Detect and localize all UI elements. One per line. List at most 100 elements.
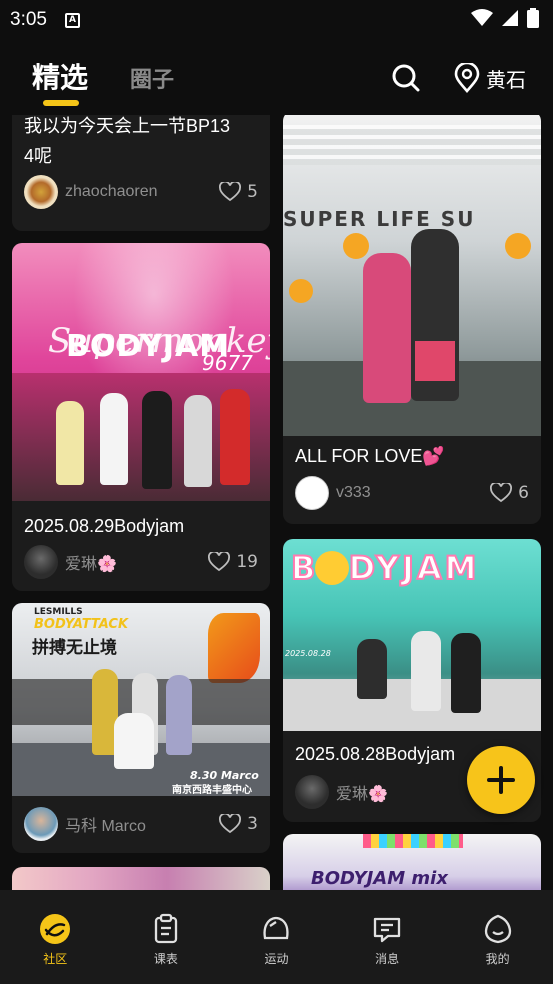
like-count: 19 bbox=[236, 552, 258, 572]
post-card[interactable]: SUPER LIFE SU ALL FOR LOVE💕 v333 6 bbox=[283, 115, 541, 524]
bottom-navigation: 社区 课表 运动 消息 我的 bbox=[0, 890, 553, 984]
ceiling-lights bbox=[283, 125, 541, 165]
person bbox=[363, 253, 411, 403]
post-card[interactable]: BODYJAM mix bbox=[283, 834, 541, 890]
person bbox=[56, 401, 84, 485]
person bbox=[114, 713, 154, 769]
post-title: 2025.08.28Bodyjam bbox=[295, 744, 456, 764]
bunting bbox=[363, 834, 463, 848]
cellular-icon bbox=[502, 10, 518, 26]
like-button[interactable]: 6 bbox=[490, 483, 529, 503]
nav-community[interactable]: 社区 bbox=[0, 890, 111, 984]
post-card[interactable]: LESMILLS BODYATTACK 拼搏无止境 8.30 Marco 南京西… bbox=[12, 603, 270, 853]
message-icon bbox=[373, 917, 401, 943]
like-button[interactable]: 19 bbox=[208, 552, 258, 572]
author-name[interactable]: 马科 Marco bbox=[65, 812, 146, 836]
location-pin-icon bbox=[454, 63, 480, 93]
post-card[interactable]: Supermonkey BODYJAM 9677 2025.08.29Bodyj… bbox=[12, 243, 270, 591]
heart-icon bbox=[219, 182, 242, 202]
battery-icon bbox=[527, 8, 539, 28]
person bbox=[357, 639, 387, 699]
image-caption-text: 2025.08.28 bbox=[285, 649, 331, 658]
person bbox=[220, 389, 250, 485]
community-icon bbox=[40, 914, 71, 944]
nav-messages[interactable]: 消息 bbox=[332, 890, 443, 984]
avatar[interactable] bbox=[295, 775, 329, 809]
nav-schedule[interactable]: 课表 bbox=[111, 890, 222, 984]
brand-text: LESMILLS bbox=[34, 607, 83, 617]
emoji-balloon bbox=[315, 551, 349, 585]
nav-label: 运动 bbox=[264, 952, 289, 966]
system-icons bbox=[471, 8, 539, 28]
post-meta: 马科 Marco 3 bbox=[24, 807, 258, 841]
top-header: 精选 圈子 黄石 bbox=[0, 52, 553, 112]
post-title: 2025.08.29Bodyjam bbox=[24, 516, 185, 536]
person bbox=[415, 341, 455, 381]
post-image: BODYJAM 2025.08.28 bbox=[283, 539, 541, 731]
search-icon bbox=[392, 64, 420, 92]
like-count: 3 bbox=[247, 814, 258, 834]
plus-icon bbox=[487, 766, 515, 794]
image-caption-text: 南京西路丰盛中心 bbox=[172, 785, 252, 796]
exercise-icon bbox=[263, 916, 290, 940]
avatar[interactable] bbox=[24, 175, 58, 209]
person bbox=[100, 393, 128, 485]
profile-icon bbox=[484, 914, 511, 944]
avatar[interactable] bbox=[295, 476, 329, 510]
post-meta: v333 6 bbox=[295, 476, 529, 510]
sticker bbox=[343, 233, 369, 259]
banner-text: BODYJAM mix bbox=[311, 868, 448, 889]
clock: 3:05 bbox=[10, 9, 47, 30]
author-name[interactable]: zhaochaoren bbox=[65, 183, 158, 201]
post-image bbox=[12, 867, 270, 890]
post-title: ALL FOR LOVE💕 bbox=[295, 446, 445, 466]
nav-label: 社区 bbox=[43, 952, 68, 966]
nav-label: 消息 bbox=[375, 952, 400, 966]
heart-icon bbox=[490, 483, 513, 503]
avatar[interactable] bbox=[24, 807, 58, 841]
search-button[interactable] bbox=[390, 62, 422, 94]
post-card[interactable] bbox=[12, 867, 270, 890]
wall-graphic bbox=[208, 613, 260, 683]
person bbox=[184, 395, 212, 487]
wifi-icon bbox=[471, 9, 493, 26]
post-title: 我以为今天会上一节BP13 bbox=[24, 116, 231, 136]
person bbox=[411, 631, 441, 711]
tab-circles[interactable]: 圈子 bbox=[130, 62, 174, 94]
location-button[interactable]: 黄石 bbox=[454, 62, 526, 94]
like-button[interactable]: 3 bbox=[219, 814, 258, 834]
tab-featured[interactable]: 精选 bbox=[32, 56, 88, 96]
post-title: 4呢 bbox=[24, 146, 53, 166]
active-tab-indicator bbox=[43, 100, 79, 106]
notification-icon: A bbox=[64, 12, 80, 28]
heart-icon bbox=[208, 552, 231, 572]
sticker bbox=[289, 279, 313, 303]
post-image: LESMILLS BODYATTACK 拼搏无止境 8.30 Marco 南京西… bbox=[12, 603, 270, 796]
post-image: SUPER LIFE SU bbox=[283, 115, 541, 436]
like-button[interactable]: 5 bbox=[219, 182, 258, 202]
nav-exercise[interactable]: 运动 bbox=[221, 890, 332, 984]
wall-text: SUPER LIFE SU bbox=[283, 207, 476, 231]
nav-label: 我的 bbox=[485, 952, 510, 966]
brand-text: BODYATTACK bbox=[34, 617, 129, 632]
create-post-button[interactable] bbox=[467, 746, 535, 814]
person bbox=[166, 675, 192, 755]
post-image: Supermonkey BODYJAM 9677 bbox=[12, 243, 270, 501]
post-meta: 爱琳🌸 19 bbox=[24, 545, 258, 579]
location-label: 黄石 bbox=[486, 67, 526, 92]
like-count: 5 bbox=[247, 182, 258, 202]
author-name[interactable]: 爱琳🌸 bbox=[65, 550, 117, 574]
status-bar: 3:05 A bbox=[0, 0, 553, 40]
nav-label: 课表 bbox=[153, 952, 178, 966]
nav-profile[interactable]: 我的 bbox=[442, 890, 553, 984]
image-caption-text: 9677 bbox=[202, 351, 253, 375]
author-name[interactable]: v333 bbox=[336, 484, 371, 502]
person bbox=[142, 391, 172, 489]
heart-icon bbox=[219, 814, 242, 834]
like-count: 6 bbox=[518, 483, 529, 503]
avatar[interactable] bbox=[24, 545, 58, 579]
sticker bbox=[505, 233, 531, 259]
author-name[interactable]: 爱琳🌸 bbox=[336, 780, 388, 804]
clipboard-icon bbox=[154, 913, 178, 944]
post-card[interactable]: 我以为今天会上一节BP13 4呢 zhaochaoren 5 bbox=[12, 115, 270, 231]
